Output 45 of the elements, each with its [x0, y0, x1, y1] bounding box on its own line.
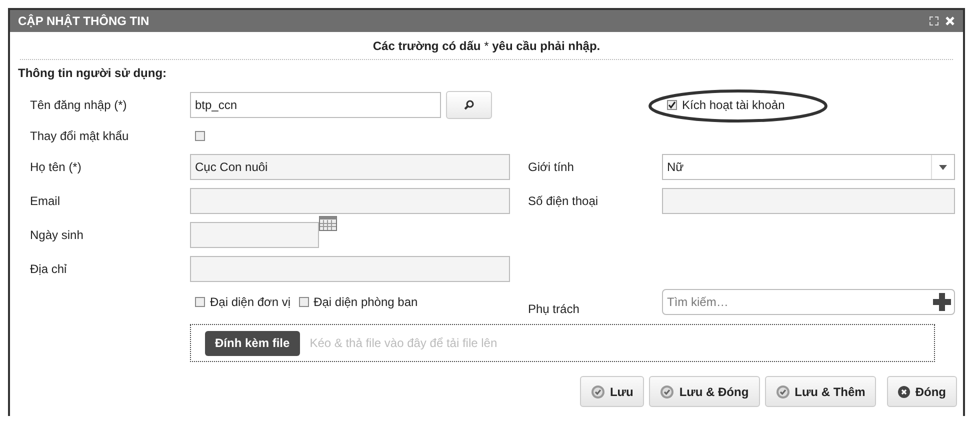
field-label: Phụ trách	[528, 302, 580, 318]
save-button[interactable]: Lưu & Đóng	[649, 376, 760, 407]
caret-icon	[939, 164, 947, 170]
username-field[interactable]: btp_ccn	[190, 92, 441, 118]
checkbox[interactable]	[667, 100, 677, 110]
field-label: Thay đổi mật khẩu	[30, 129, 130, 143]
calendar-icon	[319, 216, 337, 231]
email-field[interactable]	[190, 188, 510, 214]
search-field[interactable]: Tìm kiếm…	[662, 289, 955, 315]
plus-icon[interactable]	[932, 292, 952, 312]
check-circle-icon	[776, 384, 790, 398]
check-circle-icon	[660, 384, 674, 398]
required-fields-notice: Các trường có dấu* yêu cầu phải nhập.	[20, 39, 953, 60]
checkbox-label: Kích hoạt tài khoản	[682, 98, 785, 112]
address-field[interactable]	[190, 256, 510, 282]
section-title: Thông tin người sử dụng:	[18, 66, 167, 80]
checkbox[interactable]	[195, 131, 205, 141]
field-label: Email	[30, 194, 62, 208]
check-circle-icon	[590, 384, 605, 398]
checkbox[interactable]	[298, 297, 309, 307]
close-circle-icon	[898, 386, 910, 398]
field-label: Họ tên (*)	[30, 160, 82, 174]
field-label: Số điện thoại	[528, 194, 600, 208]
field-label: Ngày sinh	[30, 228, 84, 242]
attach-file-button[interactable]: Đính kèm file	[205, 330, 300, 356]
gender-dropdown[interactable]: Nữ	[662, 154, 955, 180]
field-label: Giới tính	[528, 160, 575, 174]
file-drop-zone[interactable]: Đính kèm file Kéo & thả file vào đây để tải file lên	[190, 324, 935, 362]
field-label: Tên đăng nhập (*)	[30, 98, 128, 112]
phone-field[interactable]	[662, 188, 955, 214]
maximize-icon[interactable]	[929, 16, 939, 26]
checkbox[interactable]	[195, 297, 205, 307]
search-icon	[464, 100, 474, 110]
close-icon[interactable]	[945, 16, 955, 26]
close-button[interactable]: Đóng	[887, 376, 957, 407]
date-field[interactable]	[190, 222, 319, 248]
search-button[interactable]	[446, 91, 492, 119]
field-label: Địa chỉ	[30, 262, 68, 276]
save-button[interactable]: Lưu	[580, 376, 644, 407]
checkbox-label: Đại diện phòng ban	[314, 295, 418, 309]
drop-hint: Kéo & thả file vào đây để tải file lên	[310, 336, 498, 350]
full-name-field[interactable]: Cục Con nuôi	[190, 154, 510, 180]
window-title: CẬP NHẬT THÔNG TIN	[18, 14, 150, 28]
save-button[interactable]: Lưu & Thêm	[764, 376, 876, 407]
checkbox-label: Đại diện đơn vị	[210, 295, 291, 309]
